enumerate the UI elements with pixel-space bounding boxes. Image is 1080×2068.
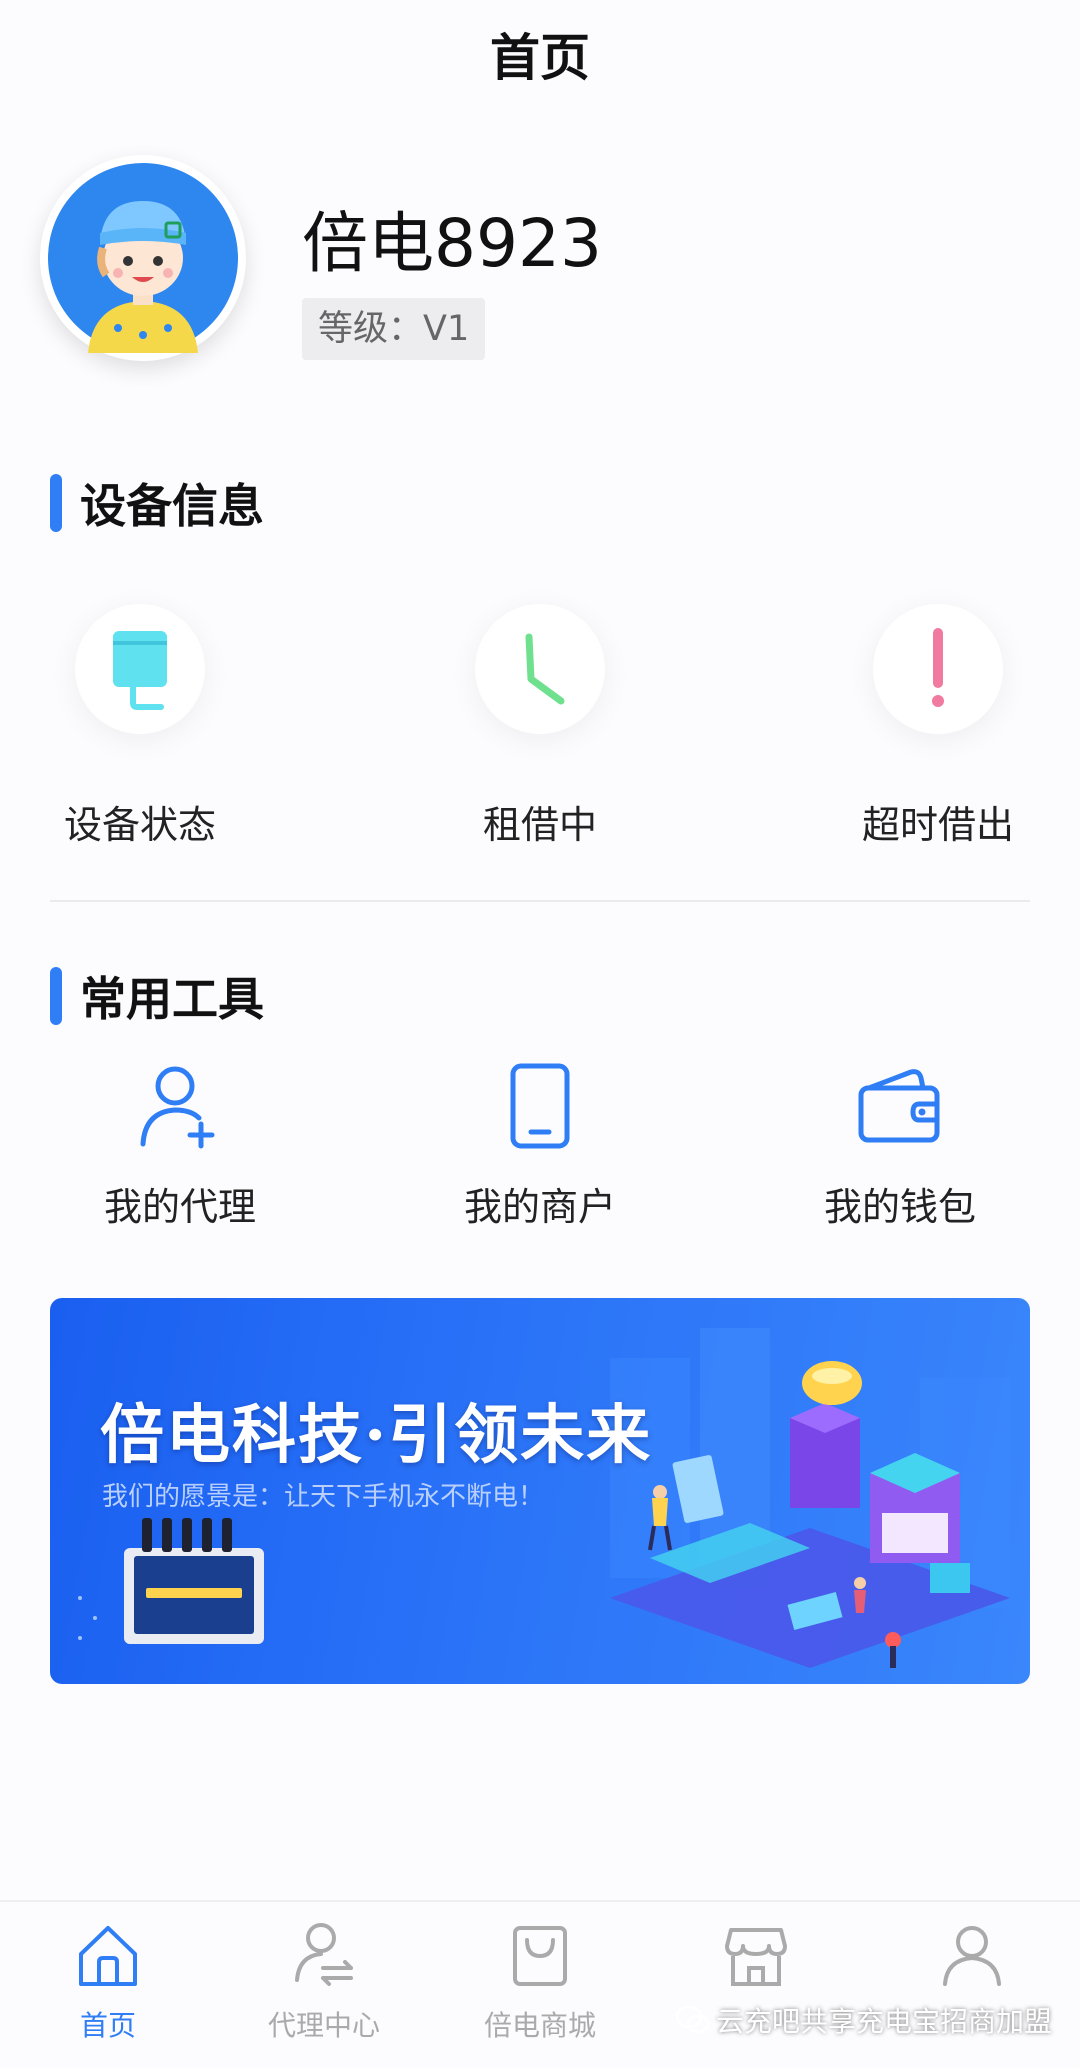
wechat-icon [676,2005,710,2034]
overdue-label: 超时借出 [861,803,1014,847]
section-accent-bar [50,474,62,532]
shopping-bag-icon [505,1920,575,1990]
level-badge: 等级：V1 [302,298,486,360]
tab-agent-center-label: 代理中心 [267,2009,380,2042]
tab-mall-label: 倍电商城 [483,2009,596,2042]
section-accent-bar [50,967,62,1025]
my-wallet-button[interactable]: 我的钱包 [750,1062,1050,1231]
avatar-illustration [48,163,238,353]
username: 倍电8923 [302,205,602,282]
avatar[interactable] [40,155,246,361]
home-icon [73,1920,143,1990]
my-agent-button[interactable]: 我的代理 [30,1062,330,1231]
tools-section-title: 常用工具 [80,972,264,1026]
store-icon [721,1920,791,1990]
tools-section-header: 常用工具 [50,963,264,1029]
wallet-icon [855,1062,945,1152]
banner-title: 倍电科技·引领未来 [100,1398,653,1473]
my-merchant-button[interactable]: 我的商户 [390,1062,690,1231]
tab-home[interactable]: 首页 [0,1920,216,2044]
exclamation-icon [873,604,1003,734]
promo-banner[interactable]: 倍电科技·引领未来 我们的愿景是：让天下手机永不断电！ [50,1298,1030,1684]
renting-label: 租借中 [482,803,597,847]
watermark: 云充吧共享充电宝招商加盟 [676,2000,1052,2040]
tab-agent-center[interactable]: 代理中心 [216,1920,432,2044]
my-wallet-label: 我的钱包 [823,1185,976,1229]
section-divider [50,900,1030,902]
my-merchant-label: 我的商户 [463,1185,616,1229]
tab-home-label: 首页 [79,2009,136,2042]
phone-icon [495,1062,585,1152]
banner-subtitle: 我们的愿景是：让天下手机永不断电！ [102,1482,545,1512]
device-section-title: 设备信息 [80,479,264,533]
tab-mall[interactable]: 倍电商城 [432,1920,648,2044]
clock-icon [475,604,605,734]
person-icon [937,1920,1007,1990]
my-agent-label: 我的代理 [103,1185,256,1229]
overdue-item[interactable]: 超时借出 [788,604,1080,849]
device-section-header: 设备信息 [50,470,264,536]
agent-icon [289,1920,359,1990]
device-icon [75,604,205,734]
add-user-icon [135,1062,225,1152]
renting-item[interactable]: 租借中 [390,604,690,849]
bottom-tab-bar: 首页 代理中心 倍电商城 商户 [0,1900,1080,2068]
device-status-label: 设备状态 [63,803,216,847]
page-title: 首页 [490,29,590,87]
device-status-item[interactable]: 设备状态 [0,604,290,849]
watermark-text: 云充吧共享充电宝招商加盟 [716,2005,1053,2038]
